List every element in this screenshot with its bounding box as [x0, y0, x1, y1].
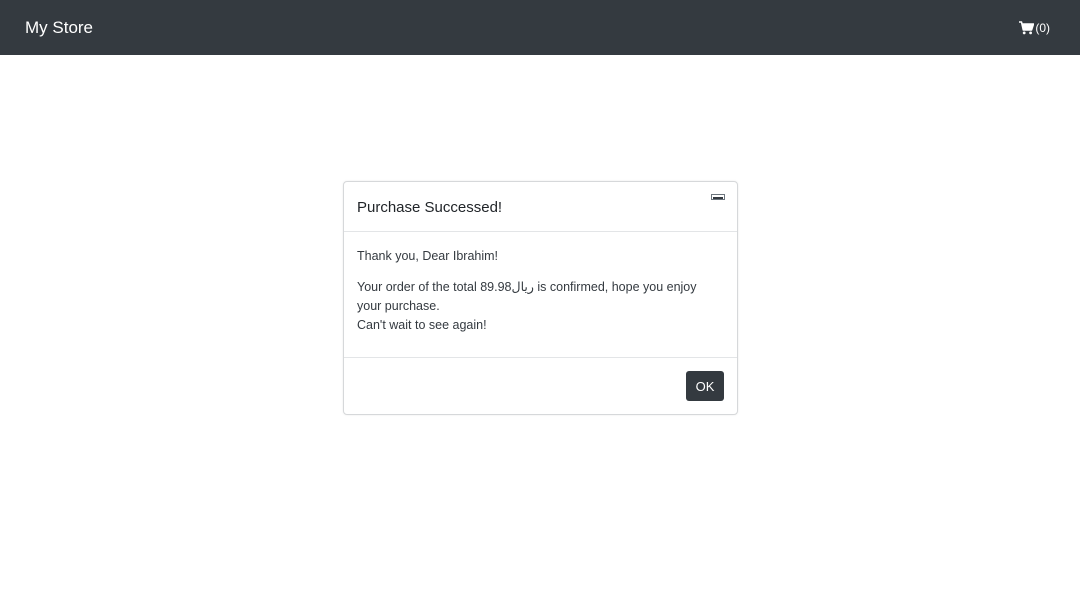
- brand-link[interactable]: My Store: [25, 18, 93, 38]
- close-icon[interactable]: [711, 194, 725, 200]
- greeting-text: Thank you, Dear Ibrahim!: [357, 249, 499, 263]
- purchase-success-modal: Purchase Successed! Thank you, Dear Ibra…: [343, 181, 738, 415]
- modal-header: Purchase Successed!: [344, 182, 737, 232]
- modal-footer: OK: [344, 358, 737, 414]
- currency-text: ريال: [511, 280, 534, 294]
- modal-title: Purchase Successed!: [357, 199, 503, 216]
- farewell-text: Can't wait to see again!: [357, 318, 487, 332]
- order-total-text: Your order of the total 89.98: [357, 280, 512, 294]
- cart-count: (0): [1035, 20, 1050, 35]
- cart-button[interactable]: (0): [1019, 21, 1050, 35]
- ok-button[interactable]: OK: [686, 371, 724, 401]
- modal-body: Thank you, Dear Ibrahim! Your order of t…: [344, 232, 737, 358]
- top-navbar: My Store (0): [0, 0, 1080, 55]
- order-confirmation-text: Your order of the total 89.98ريال is con…: [357, 278, 724, 316]
- shopping-cart-icon: [1019, 20, 1035, 35]
